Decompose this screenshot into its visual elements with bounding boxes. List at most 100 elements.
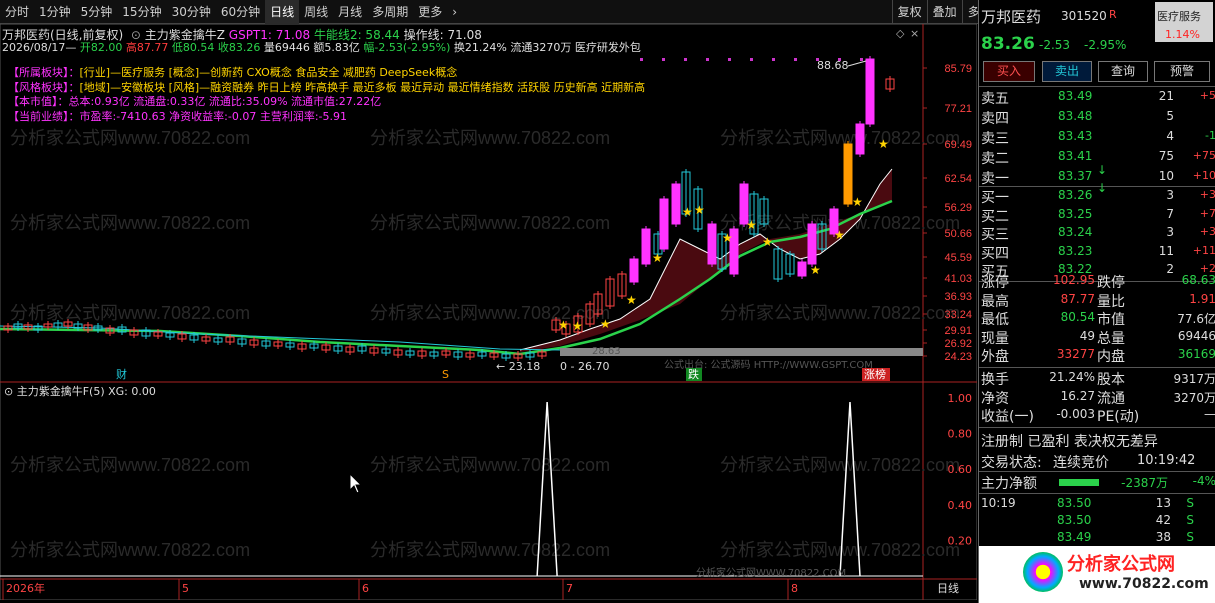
net-bar: [1059, 479, 1099, 486]
net-label: 主力净额: [981, 476, 1037, 492]
tab-0[interactable]: 分时: [0, 0, 34, 24]
dot-marker: [772, 58, 775, 61]
sector-badge[interactable]: 医疗服务: [1157, 8, 1201, 24]
bid-delta: +11: [1192, 243, 1215, 257]
tab-9[interactable]: 多周期: [367, 0, 413, 24]
ask-row: 卖三 83.43 4 -1: [979, 127, 1215, 147]
price-tick: 56.29: [944, 202, 972, 214]
tool-button-1[interactable]: 叠加: [926, 0, 962, 24]
ask-price: 83.37: [1058, 169, 1093, 183]
stat-label: 跌停: [1097, 275, 1125, 291]
bid-price: 83.26: [1058, 188, 1093, 202]
price-tick: 62.54: [944, 173, 972, 185]
sub-indicator-title: ⊙ 主力紫金擒牛F(5) XG: 0.00: [4, 384, 156, 398]
stat-label: 外盘: [981, 349, 1009, 365]
ask-delta: +5: [1199, 89, 1215, 102]
star-marker: ★: [572, 319, 583, 333]
down-arrow-icon: ↓: [1097, 181, 1108, 195]
block-info: 【所属板块】：[行业]—医疗服务 [概念]—创新药 CXO概念 食品安全 减肥药…: [8, 66, 645, 124]
stat-value: 36169: [1177, 347, 1215, 361]
bid-row: 买四 83.23 11 +11: [979, 243, 1215, 262]
tab-7[interactable]: 周线: [299, 0, 333, 24]
tab-10[interactable]: 更多: [413, 0, 447, 24]
dot-marker: [860, 58, 863, 61]
watermark: 分析家公式网www.70822.com: [370, 540, 610, 560]
ask-vol: 4: [1166, 129, 1174, 143]
price-tick: 41.03: [944, 273, 972, 285]
watermark: 分析家公式网www.70822.com: [720, 303, 960, 323]
close-icon[interactable]: ×: [910, 27, 919, 40]
site-logo: 分析家公式网 www.70822.com: [979, 546, 1215, 603]
more-chevron-icon[interactable]: ›: [447, 0, 462, 24]
watermark: 分析家公式网www.70822.com: [10, 455, 250, 475]
ask-vol: 10: [1158, 169, 1174, 183]
sub-axis-tick: 1.00: [948, 392, 973, 405]
watermark: 分析家公式网www.70822.com: [10, 128, 250, 148]
sub-watermark: 分析家公式网WWW.70822.COM: [696, 566, 846, 579]
block-text: 总本:0.93亿 流通盘:0.33亿 流通比:35.09% 流通市值:27.22…: [68, 95, 382, 108]
bid-vol: 3: [1166, 188, 1174, 202]
stat-value: 68.63: [1181, 273, 1215, 287]
sub-axis-tick: 0.80: [948, 428, 973, 441]
watermark: 分析家公式网www.70822.com: [370, 455, 610, 475]
tab-5[interactable]: 60分钟: [216, 0, 265, 24]
ask-vol: 21: [1158, 89, 1174, 103]
star-marker: ★: [558, 318, 569, 332]
tab-3[interactable]: 15分钟: [117, 0, 166, 24]
sub-axis-tick: 0.40: [948, 499, 973, 512]
watermark: 分析家公式网www.70822.com: [720, 455, 960, 475]
price-tick: 24.23: [944, 351, 972, 363]
dot-marker: [640, 58, 643, 61]
logo-url: www.70822.com: [1079, 576, 1209, 592]
dot-marker: [684, 58, 687, 61]
stat-label: 股本: [1097, 372, 1125, 388]
stat-value: 3270万: [1173, 390, 1215, 405]
star-marker: ★: [682, 205, 693, 219]
watermark: 分析家公式网www.70822.com: [370, 128, 610, 148]
trade-button-1[interactable]: 卖出: [1042, 61, 1092, 82]
stat-label: 总量: [1097, 330, 1125, 347]
diamond-icon[interactable]: ◇: [896, 27, 905, 40]
tick-row: 10:19 83.50 13 S: [979, 496, 1215, 513]
tab-8[interactable]: 月线: [333, 0, 367, 24]
mouse-cursor-icon: [349, 472, 363, 494]
price-change: -2.53: [1039, 38, 1071, 52]
net-pct: -4%: [1192, 474, 1215, 488]
trade-button-2[interactable]: 查询: [1098, 61, 1148, 82]
trade-button-0[interactable]: 买入: [983, 61, 1035, 82]
stat-value: 21.24%: [1049, 370, 1095, 384]
ask-delta: -1: [1205, 129, 1215, 142]
stat-label: 最低: [981, 312, 1009, 328]
bid-vol: 11: [1158, 243, 1174, 258]
stat-label: 现量: [981, 330, 1009, 347]
candle: [865, 58, 875, 125]
stat-label: 内盘: [1097, 349, 1125, 365]
reg-row: 注册制 已盈利 表决权无差异: [979, 431, 1215, 450]
star-marker: ★: [834, 228, 845, 242]
tab-1[interactable]: 1分钟: [34, 0, 76, 24]
block-label: 【风格板块】：: [8, 80, 80, 94]
watermark: 分析家公式网www.70822.com: [10, 303, 250, 323]
last-price: 83.26: [981, 34, 1035, 54]
tick-side: S: [1186, 513, 1194, 527]
tab-6[interactable]: 日线: [265, 0, 300, 24]
stat-value: 1.91: [1189, 291, 1215, 306]
ask-row: 卖四 83.48 5: [979, 107, 1215, 127]
stat-row: 现量 49 总量 69446: [979, 328, 1215, 347]
dot-marker: [728, 58, 731, 61]
low-suffix: 0 - 26.70: [560, 360, 609, 373]
stock-code: 301520: [1061, 9, 1107, 23]
ask-price: 83.43: [1058, 129, 1093, 143]
date-tick: 5: [182, 582, 189, 595]
candle: [707, 223, 717, 265]
period-label: 日线: [937, 581, 959, 595]
tab-2[interactable]: 5分钟: [76, 0, 118, 24]
tab-4[interactable]: 30分钟: [167, 0, 216, 24]
trade-button-3[interactable]: 预警: [1154, 61, 1210, 82]
price-tick: 45.59: [944, 252, 972, 264]
star-marker: ★: [810, 263, 821, 277]
tick-time: 10:19: [981, 496, 1016, 510]
tool-button-0[interactable]: 复权: [891, 0, 927, 24]
watermark: 分析家公式网www.70822.com: [10, 540, 250, 560]
tick-vol: 42: [1155, 513, 1171, 527]
